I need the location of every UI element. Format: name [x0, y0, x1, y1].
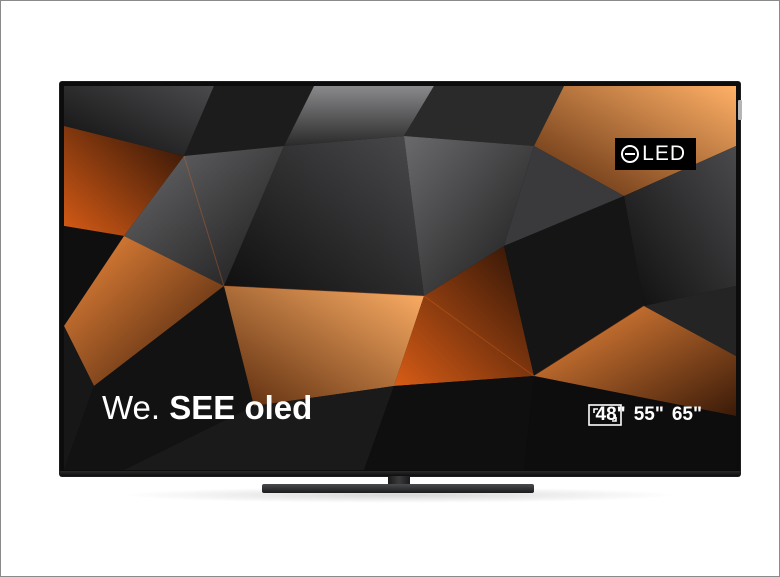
- tv-screen: LED We. SEE oled 48" 55" 65": [64, 86, 736, 470]
- oled-badge: LED: [615, 138, 696, 170]
- tagline-emphasis: SEE oled: [169, 389, 313, 426]
- size-55: 55": [633, 404, 664, 425]
- tv-side-button: [738, 100, 742, 120]
- oled-badge-text: LED: [642, 142, 686, 165]
- tv-stand-base: [262, 484, 534, 493]
- tagline-prefix: We.: [102, 389, 161, 426]
- tagline: We. SEE oled: [102, 389, 312, 427]
- size-65: 65": [671, 404, 702, 425]
- screen-sizes: 48" 55" 65": [587, 404, 702, 426]
- screen-size-icon: [587, 404, 622, 426]
- oled-o-icon: [621, 145, 640, 163]
